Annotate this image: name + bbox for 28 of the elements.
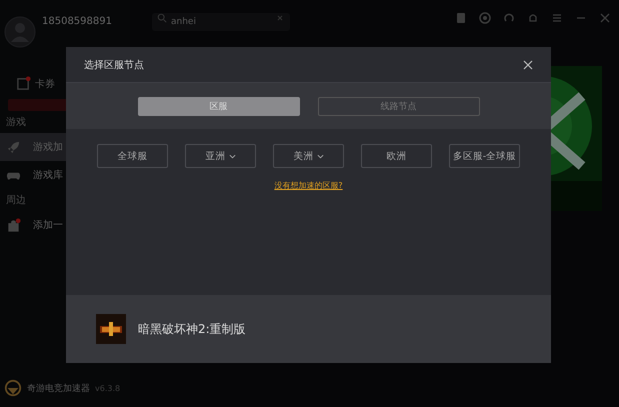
refresh-icon[interactable] (503, 12, 515, 24)
logo-icon (4, 379, 22, 397)
circle-icon[interactable] (479, 12, 491, 24)
section-title: 游戏 (5, 116, 27, 130)
user-phone: 18508598891 (42, 16, 112, 27)
help-link[interactable]: 没有想加速的区服? (274, 180, 343, 191)
region-button[interactable]: 欧洲 (361, 144, 432, 168)
search-icon (157, 13, 167, 23)
search-field[interactable]: anhei (152, 13, 290, 31)
game-icon (96, 314, 126, 344)
avatar-icon[interactable] (4, 16, 36, 48)
tab[interactable]: 线路节点 (318, 96, 480, 116)
nav-item[interactable]: 添加一 (0, 211, 130, 239)
menu-icon[interactable] (551, 12, 563, 24)
brand-name: 奇游电竞加速器 (27, 382, 90, 394)
clear-icon[interactable] (276, 14, 284, 22)
bell-icon[interactable] (527, 12, 539, 24)
region-button[interactable]: 多区服-全球服 (449, 144, 520, 168)
close-icon[interactable] (523, 60, 533, 70)
tab[interactable]: 区服 (138, 96, 300, 116)
section-title: 周边 (5, 194, 27, 208)
coupon-label[interactable]: 卡券 (35, 76, 55, 90)
region-button[interactable]: 全球服 (97, 144, 168, 168)
dialog-title: 选择区服节点 (84, 58, 144, 72)
region-button[interactable]: 美洲 (273, 144, 344, 168)
region-button[interactable]: 亚洲 (185, 144, 256, 168)
game-name: 暗黑破坏神2:重制版 (138, 320, 246, 338)
card-icon[interactable] (455, 12, 467, 24)
